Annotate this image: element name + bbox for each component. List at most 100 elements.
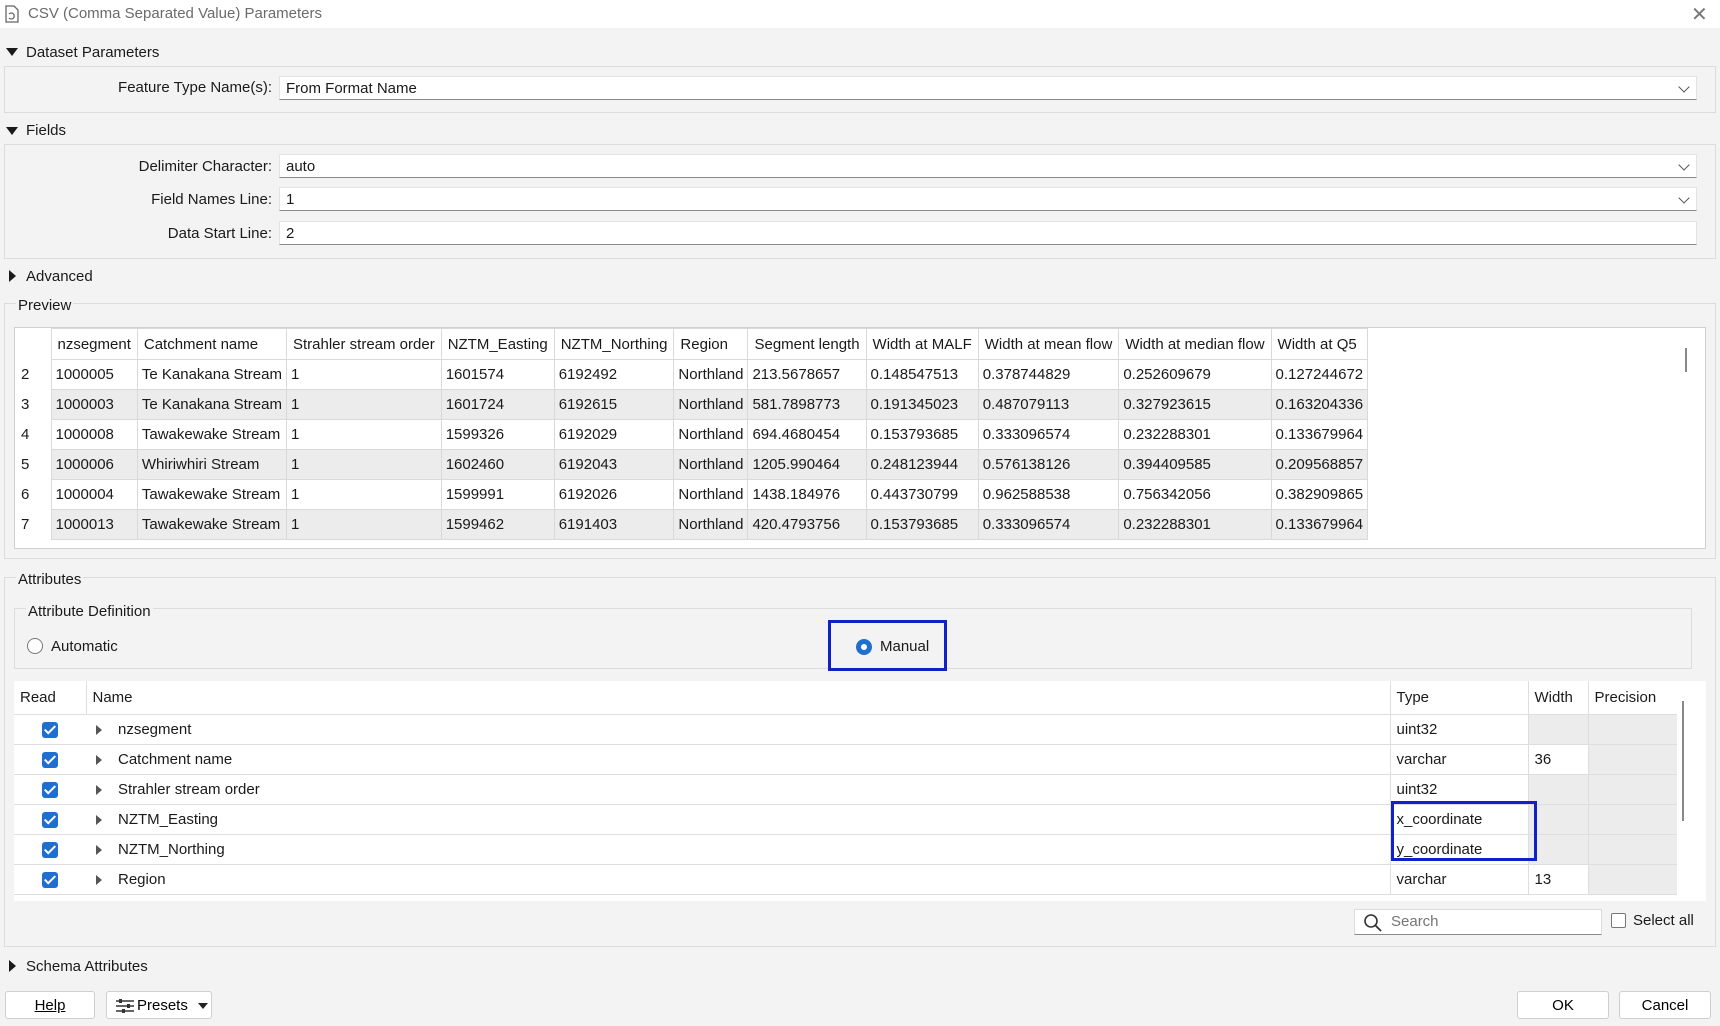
attribute-row[interactable]: Region varchar 13 xyxy=(14,864,1677,895)
preview-col-header[interactable]: nzsegment xyxy=(50,328,138,360)
window-title: CSV (Comma Separated Value) Parameters xyxy=(28,5,323,22)
feature-type-combo[interactable]: From Format Name xyxy=(279,76,1697,100)
csv-file-icon xyxy=(5,5,19,23)
delimiter-combo[interactable]: auto xyxy=(279,154,1697,178)
attribute-width[interactable] xyxy=(1527,804,1588,835)
attribute-type[interactable]: varchar xyxy=(1389,744,1528,775)
attributes-table: Read Name Type Width Precision nzsegment… xyxy=(14,681,1677,895)
preview-cell: Whiriwhiri Stream xyxy=(136,449,287,480)
data-start-input[interactable]: 2 xyxy=(279,221,1697,245)
preview-cell: Northland xyxy=(673,419,749,450)
advanced-header[interactable]: Advanced xyxy=(26,268,93,285)
read-checkbox[interactable] xyxy=(42,871,58,888)
preview-cell: 1 xyxy=(285,449,442,480)
close-icon[interactable]: ✕ xyxy=(1691,2,1708,27)
attribute-precision[interactable] xyxy=(1587,714,1677,745)
preview-cell: 0.148547513 xyxy=(865,359,979,390)
preview-col-header[interactable]: NZTM_Northing xyxy=(553,328,675,360)
attribute-width[interactable] xyxy=(1527,774,1588,805)
preview-cell: 6192043 xyxy=(553,449,675,480)
preview-row: 3 1000003 Te Kanakana Stream 1 1601724 619261… xyxy=(15,389,1369,420)
expand-arrow-icon[interactable] xyxy=(96,784,102,795)
attribute-precision[interactable] xyxy=(1587,804,1677,835)
dataset-parameters-header[interactable]: Dataset Parameters xyxy=(26,44,159,61)
attribute-precision[interactable] xyxy=(1587,834,1677,865)
preview-cell: 0.133679964 xyxy=(1270,419,1369,450)
preview-cell: 6192026 xyxy=(553,479,675,510)
preview-cell: Northland xyxy=(673,359,749,390)
preview-cell: 0.378744829 xyxy=(977,359,1120,390)
cancel-button[interactable]: Cancel xyxy=(1619,991,1711,1019)
presets-button[interactable]: Presets xyxy=(106,991,212,1019)
expand-arrow-icon[interactable] xyxy=(96,844,102,855)
preview-col-header[interactable]: Region xyxy=(673,328,749,360)
attributes-table-container[interactable]: Read Name Type Width Precision nzsegment… xyxy=(14,681,1706,901)
attribute-precision[interactable] xyxy=(1587,744,1677,775)
schema-attributes-header[interactable]: Schema Attributes xyxy=(26,958,148,975)
expand-arrow-icon[interactable] xyxy=(96,814,102,825)
field-names-value: 1 xyxy=(286,191,295,208)
col-read[interactable]: Read xyxy=(14,681,86,715)
preview-col-header[interactable]: NZTM_Easting xyxy=(440,328,555,360)
attribute-precision[interactable] xyxy=(1587,774,1677,805)
read-checkbox[interactable] xyxy=(42,781,58,798)
help-button[interactable]: Help xyxy=(5,991,95,1019)
field-names-combo[interactable]: 1 xyxy=(279,187,1697,211)
preview-col-header[interactable]: Width at Q5 xyxy=(1270,328,1369,360)
expand-arrow-icon[interactable] xyxy=(96,754,102,765)
attribute-row[interactable]: Catchment name varchar 36 xyxy=(14,744,1677,775)
expand-arrow-icon[interactable] xyxy=(96,724,102,735)
preview-row: 7 1000013 Tawakewake Stream 1 1599462 6191403… xyxy=(15,509,1369,540)
read-checkbox[interactable] xyxy=(42,721,58,738)
select-all-label[interactable]: Select all xyxy=(1633,912,1694,929)
attribute-precision[interactable] xyxy=(1587,864,1677,895)
automatic-label[interactable]: Automatic xyxy=(51,638,118,655)
col-type[interactable]: Type xyxy=(1389,681,1528,715)
preview-col-header[interactable]: Width at median flow xyxy=(1118,328,1272,360)
attribute-type[interactable]: uint32 xyxy=(1389,774,1528,805)
ok-button[interactable]: OK xyxy=(1517,991,1609,1019)
search-field[interactable] xyxy=(1354,909,1602,935)
attribute-name: Strahler stream order xyxy=(118,780,260,798)
manual-radio[interactable] xyxy=(856,639,872,655)
preview-col-header[interactable]: Width at mean flow xyxy=(977,328,1120,360)
fields-header[interactable]: Fields xyxy=(26,122,66,139)
attribute-width[interactable]: 13 xyxy=(1527,864,1588,895)
col-width[interactable]: Width xyxy=(1527,681,1588,715)
attribute-row[interactable]: Strahler stream order uint32 xyxy=(14,774,1677,805)
col-precision[interactable]: Precision xyxy=(1587,681,1677,715)
preview-scrollbar[interactable] xyxy=(1685,348,1697,372)
manual-label[interactable]: Manual xyxy=(880,638,929,655)
preview-cell: 0.133679964 xyxy=(1270,509,1369,540)
col-name[interactable]: Name xyxy=(85,681,1390,715)
attribute-width[interactable] xyxy=(1527,834,1588,865)
preview-col-header[interactable]: Strahler stream order xyxy=(285,328,442,360)
data-start-value: 2 xyxy=(286,225,295,242)
attribute-row[interactable]: nzsegment uint32 xyxy=(14,714,1677,745)
attribute-width[interactable]: 36 xyxy=(1527,744,1588,775)
attributes-scrollbar[interactable] xyxy=(1682,701,1684,821)
attribute-type[interactable]: varchar xyxy=(1389,864,1528,895)
chevron-down-icon xyxy=(1678,192,1690,204)
attribute-width[interactable] xyxy=(1527,714,1588,745)
attribute-type[interactable]: uint32 xyxy=(1389,714,1528,745)
read-checkbox[interactable] xyxy=(42,841,58,858)
advanced-expand-icon[interactable] xyxy=(9,270,16,282)
dataset-expand-icon[interactable] xyxy=(6,48,18,56)
schema-expand-icon[interactable] xyxy=(9,960,16,972)
preview-col-header[interactable]: Segment length xyxy=(747,328,867,360)
fields-expand-icon[interactable] xyxy=(6,127,18,135)
expand-arrow-icon[interactable] xyxy=(96,874,102,885)
preview-cell: 0.209568857 xyxy=(1270,449,1369,480)
read-checkbox[interactable] xyxy=(42,811,58,828)
preview-col-header[interactable]: Catchment name xyxy=(136,328,287,360)
read-checkbox[interactable] xyxy=(42,751,58,768)
preview-col-header[interactable]: Width at MALF xyxy=(865,328,979,360)
preview-cell: 1 xyxy=(285,419,442,450)
automatic-radio[interactable] xyxy=(27,638,43,654)
search-input[interactable] xyxy=(1389,912,1589,931)
preview-table-container[interactable]: nzsegment Catchment name Strahler stream o… xyxy=(14,327,1706,549)
feature-type-label: Feature Type Name(s): xyxy=(118,79,272,96)
preview-cell: 1599991 xyxy=(440,479,555,510)
select-all-checkbox[interactable] xyxy=(1611,913,1626,928)
